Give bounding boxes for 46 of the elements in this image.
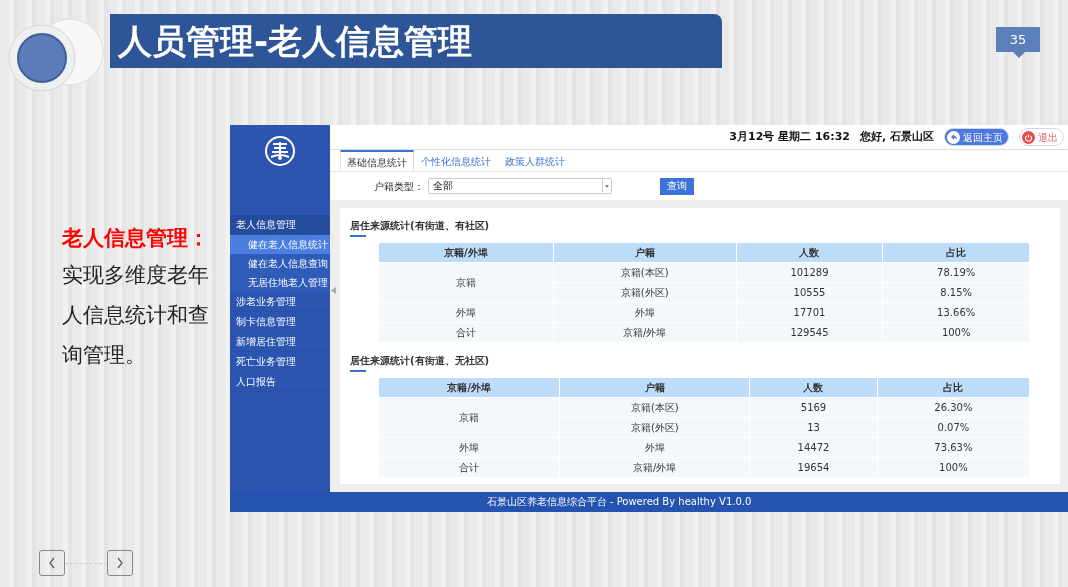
logout-button[interactable]: 退出 [1019, 128, 1064, 146]
description-heading: 老人信息管理： [62, 225, 210, 252]
sidebar-subitem[interactable]: 健在老人信息查询 [230, 254, 330, 273]
section-title: 居住来源统计(有街道、有社区) [350, 219, 491, 233]
sidebar-subitem[interactable]: 无居住地老人管理 [230, 273, 330, 292]
chevron-left-icon [48, 557, 56, 569]
tab[interactable]: 基础信息统计 [340, 150, 414, 171]
tab[interactable]: 政策人群统计 [498, 150, 572, 171]
table-cell: 外埠 [378, 437, 560, 458]
tab[interactable]: 个性化信息统计 [414, 150, 498, 171]
query-button[interactable]: 查询 [660, 177, 694, 195]
footer-text: 石景山区养老信息综合平台 - Powered By healthy V1.0.0 [230, 492, 1068, 512]
column-header: 京籍/外埠 [378, 377, 560, 398]
home-button[interactable]: 返回主页 [944, 128, 1009, 146]
sidebar-subitem[interactable]: 健在老人信息统计 [230, 235, 330, 254]
column-header: 占比 [877, 377, 1030, 398]
section-title: 居住来源统计(有街道、无社区) [350, 354, 491, 368]
previous-button[interactable] [39, 550, 65, 576]
date-time: 3月12号 星期二 16:32 [729, 128, 850, 145]
table-cell: 京籍 [378, 397, 560, 438]
logo-icon [264, 135, 296, 167]
column-header: 人数 [736, 242, 883, 263]
dropdown-icon [602, 179, 611, 192]
greeting: 您好, 石景山区 [860, 128, 934, 145]
badge-pointer-icon [1013, 52, 1025, 58]
column-header: 人数 [749, 377, 878, 398]
page-number: 35 [996, 27, 1040, 52]
next-button[interactable] [107, 550, 133, 576]
title-underline [350, 235, 366, 237]
table-cell: 合计 [378, 457, 560, 478]
column-header: 京籍/外埠 [378, 242, 554, 263]
sidebar-item[interactable]: 老人信息管理 [230, 215, 330, 235]
back-icon [947, 130, 960, 144]
description-text: 实现多维度老年人信息统计和查询管理。 [62, 262, 210, 369]
select-field[interactable]: 全部 [428, 178, 612, 194]
table-cell: 京籍 [378, 262, 554, 303]
filter-label: 户籍类型： [374, 179, 424, 194]
slide-title: 人员管理-老人信息管理 [110, 14, 722, 68]
column-header: 占比 [882, 242, 1030, 263]
title-underline [350, 370, 366, 372]
chevron-right-icon [116, 557, 124, 569]
table-cell: 合计 [378, 322, 554, 343]
column-header: 户籍 [553, 242, 737, 263]
table-cell: 外埠 [378, 302, 554, 323]
column-header: 户籍 [559, 377, 750, 398]
power-icon [1022, 130, 1035, 144]
